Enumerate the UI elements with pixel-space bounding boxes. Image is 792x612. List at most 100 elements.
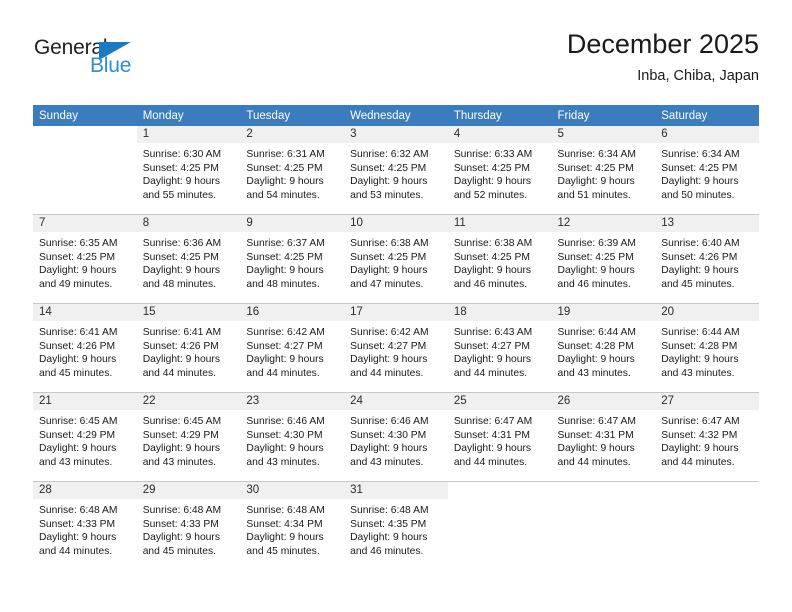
calendar-day-cell[interactable]: 27 Sunrise: 6:47 AM Sunset: 4:32 PM Dayligh…: [655, 392, 759, 482]
calendar-day-cell[interactable]: 9 Sunrise: 6:37 AM Sunset: 4:25 PM Daylight…: [240, 214, 345, 304]
calendar-day-cell[interactable]: 4 Sunrise: 6:33 AM Sunset: 4:25 PM Daylight…: [447, 126, 552, 215]
sunset-time: Sunset: 4:27 PM: [453, 340, 530, 352]
daylight-duration-line1: Daylight: 9 hours: [142, 532, 220, 544]
daylight-duration-line2: and 44 minutes.: [246, 367, 320, 379]
daylight-duration-line1: Daylight: 9 hours: [39, 443, 117, 455]
calendar-day-cell[interactable]: 14 Sunrise: 6:41 AM Sunset: 4:26 PM Dayligh…: [33, 303, 137, 393]
daylight-duration-line1: Daylight: 9 hours: [453, 354, 532, 366]
daylight-duration-line1: Daylight: 9 hours: [453, 176, 532, 188]
daylight-duration-line1: Daylight: 9 hours: [350, 443, 428, 455]
sunrise-time: Sunrise: 6:48 AM: [246, 505, 325, 516]
calendar-day-cell[interactable]: 20 Sunrise: 6:44 AM Sunset: 4:28 PM Dayligh…: [655, 303, 759, 393]
sunrise-time: Sunrise: 6:35 AM: [39, 238, 118, 249]
daylight-duration-line2: and 45 minutes.: [246, 545, 320, 557]
calendar-day-cell[interactable]: 28 Sunrise: 6:48 AM Sunset: 4:33 PM Dayligh…: [33, 481, 137, 570]
calendar-cell-inner: 15 Sunrise: 6:41 AM Sunset: 4:26 PM Dayligh…: [136, 304, 241, 392]
sunrise-time: Sunrise: 6:32 AM: [350, 149, 429, 160]
sunset-time: Sunset: 4:33 PM: [142, 518, 219, 530]
calendar-cell-empty: [655, 481, 759, 570]
calendar-week-row: 21 Sunrise: 6:45 AM Sunset: 4:29 PM Dayligh…: [33, 392, 759, 482]
calendar-day-cell[interactable]: 11 Sunrise: 6:38 AM Sunset: 4:25 PM Dayligh…: [447, 214, 552, 304]
logo-text-blue: Blue: [90, 54, 132, 77]
day-details: Sunrise: 6:44 AM Sunset: 4:28 PM Daylight:…: [552, 321, 656, 380]
calendar-cell-inner: 11 Sunrise: 6:38 AM Sunset: 4:25 PM Dayligh…: [447, 215, 552, 303]
daylight-duration-line2: and 44 minutes.: [453, 456, 528, 468]
calendar-day-cell[interactable]: 23 Sunrise: 6:46 AM Sunset: 4:30 PM Dayligh…: [240, 392, 345, 482]
calendar-day-cell[interactable]: 21 Sunrise: 6:45 AM Sunset: 4:29 PM Dayligh…: [33, 392, 137, 482]
calendar-day-cell[interactable]: 29 Sunrise: 6:48 AM Sunset: 4:33 PM Dayligh…: [136, 481, 241, 570]
calendar-cell-inner: 14 Sunrise: 6:41 AM Sunset: 4:26 PM Dayligh…: [33, 304, 137, 392]
sunset-time: Sunset: 4:31 PM: [453, 429, 530, 441]
calendar-day-cell[interactable]: 6 Sunrise: 6:34 AM Sunset: 4:25 PM Daylight…: [655, 126, 759, 215]
sunrise-time: Sunrise: 6:42 AM: [246, 327, 325, 338]
calendar-day-cell[interactable]: 10 Sunrise: 6:38 AM Sunset: 4:25 PM Dayligh…: [344, 214, 448, 304]
sunset-time: Sunset: 4:30 PM: [350, 429, 427, 441]
day-details: Sunrise: 6:46 AM Sunset: 4:30 PM Daylight:…: [344, 410, 448, 469]
day-number: 13: [655, 215, 759, 232]
day-details: Sunrise: 6:38 AM Sunset: 4:25 PM Daylight:…: [344, 232, 448, 291]
day-details: Sunrise: 6:34 AM Sunset: 4:25 PM Daylight:…: [552, 143, 656, 202]
sunset-time: Sunset: 4:25 PM: [350, 251, 427, 263]
calendar-day-cell[interactable]: 12 Sunrise: 6:39 AM Sunset: 4:25 PM Dayligh…: [551, 214, 656, 304]
calendar-cell-inner: 29 Sunrise: 6:48 AM Sunset: 4:33 PM Dayligh…: [136, 482, 241, 570]
calendar-day-cell[interactable]: 25 Sunrise: 6:47 AM Sunset: 4:31 PM Dayligh…: [447, 392, 552, 482]
sunrise-time: Sunrise: 6:45 AM: [142, 416, 222, 427]
calendar-day-cell[interactable]: 16 Sunrise: 6:42 AM Sunset: 4:27 PM Dayligh…: [240, 303, 345, 393]
day-number: 2: [240, 126, 345, 143]
daylight-duration-line2: and 44 minutes.: [350, 367, 424, 379]
calendar-day-cell[interactable]: 2 Sunrise: 6:31 AM Sunset: 4:25 PM Daylight…: [240, 126, 345, 215]
sunrise-time: Sunrise: 6:45 AM: [39, 416, 118, 427]
calendar-day-cell[interactable]: 26 Sunrise: 6:47 AM Sunset: 4:31 PM Dayligh…: [551, 392, 656, 482]
calendar-day-cell[interactable]: 31 Sunrise: 6:48 AM Sunset: 4:35 PM Dayligh…: [344, 481, 448, 570]
calendar-day-cell[interactable]: 22 Sunrise: 6:45 AM Sunset: 4:29 PM Dayligh…: [136, 392, 241, 482]
day-number: 12: [551, 215, 656, 232]
calendar-cell-inner: 25 Sunrise: 6:47 AM Sunset: 4:31 PM Dayligh…: [447, 393, 552, 481]
sunset-time: Sunset: 4:26 PM: [39, 340, 116, 352]
daylight-duration-line1: Daylight: 9 hours: [39, 532, 117, 544]
calendar-day-cell[interactable]: 7 Sunrise: 6:35 AM Sunset: 4:25 PM Daylight…: [33, 214, 137, 304]
calendar-cell-inner: 8 Sunrise: 6:36 AM Sunset: 4:25 PM Daylight…: [136, 215, 241, 303]
daylight-duration-line1: Daylight: 9 hours: [661, 176, 739, 188]
calendar-day-cell[interactable]: 18 Sunrise: 6:43 AM Sunset: 4:27 PM Dayligh…: [447, 303, 552, 393]
day-details: Sunrise: 6:42 AM Sunset: 4:27 PM Daylight:…: [344, 321, 448, 380]
calendar-day-cell[interactable]: 17 Sunrise: 6:42 AM Sunset: 4:27 PM Dayligh…: [344, 303, 448, 393]
day-details: Sunrise: 6:41 AM Sunset: 4:26 PM Daylight:…: [33, 321, 137, 380]
calendar-day-cell[interactable]: 19 Sunrise: 6:44 AM Sunset: 4:28 PM Dayligh…: [551, 303, 656, 393]
calendar-cell-inner: 4 Sunrise: 6:33 AM Sunset: 4:25 PM Daylight…: [447, 126, 552, 214]
day-details: Sunrise: 6:47 AM Sunset: 4:31 PM Daylight:…: [448, 410, 552, 469]
daylight-duration-line2: and 44 minutes.: [661, 456, 735, 468]
day-number: 17: [344, 304, 448, 321]
sunrise-time: Sunrise: 6:48 AM: [39, 505, 118, 516]
calendar-cell-inner: [448, 482, 552, 570]
day-number: 22: [136, 393, 241, 410]
calendar-day-cell[interactable]: 8 Sunrise: 6:36 AM Sunset: 4:25 PM Daylight…: [136, 214, 241, 304]
calendar-header-row: Sunday Monday Tuesday Wednesday Thursday…: [33, 105, 759, 126]
calendar-cell-inner: 6 Sunrise: 6:34 AM Sunset: 4:25 PM Daylight…: [655, 126, 759, 214]
calendar-day-cell[interactable]: 15 Sunrise: 6:41 AM Sunset: 4:26 PM Dayligh…: [136, 303, 241, 393]
calendar-cell-inner: 9 Sunrise: 6:37 AM Sunset: 4:25 PM Daylight…: [240, 215, 345, 303]
day-number: 6: [655, 126, 759, 143]
sunset-time: Sunset: 4:25 PM: [557, 162, 634, 174]
calendar-body: 1 Sunrise: 6:30 AM Sunset: 4:25 PM Daylight…: [33, 126, 759, 570]
calendar-day-cell[interactable]: 5 Sunrise: 6:34 AM Sunset: 4:25 PM Daylight…: [551, 126, 656, 215]
day-details: Sunrise: 6:32 AM Sunset: 4:25 PM Daylight:…: [344, 143, 448, 202]
calendar-day-cell[interactable]: 3 Sunrise: 6:32 AM Sunset: 4:25 PM Daylight…: [344, 126, 448, 215]
daylight-duration-line1: Daylight: 9 hours: [557, 443, 635, 455]
daylight-duration-line1: Daylight: 9 hours: [142, 354, 220, 366]
day-number: 20: [655, 304, 759, 321]
daylight-duration-line1: Daylight: 9 hours: [453, 443, 532, 455]
sunrise-time: Sunrise: 6:41 AM: [39, 327, 118, 338]
calendar-day-cell[interactable]: 13 Sunrise: 6:40 AM Sunset: 4:26 PM Dayligh…: [655, 214, 759, 304]
general-blue-logo[interactable]: General Blue: [33, 36, 253, 92]
calendar-day-cell[interactable]: 30 Sunrise: 6:48 AM Sunset: 4:34 PM Dayligh…: [240, 481, 345, 570]
calendar-cell-inner: 10 Sunrise: 6:38 AM Sunset: 4:25 PM Dayligh…: [344, 215, 448, 303]
calendar-cell-inner: 7 Sunrise: 6:35 AM Sunset: 4:25 PM Daylight…: [33, 215, 137, 303]
calendar-cell-empty: [447, 481, 552, 570]
daylight-duration-line2: and 48 minutes.: [142, 278, 216, 290]
calendar-cell-inner: [33, 126, 137, 214]
calendar-day-cell[interactable]: 24 Sunrise: 6:46 AM Sunset: 4:30 PM Dayligh…: [344, 392, 448, 482]
sunset-time: Sunset: 4:32 PM: [661, 429, 738, 441]
day-details: Sunrise: 6:43 AM Sunset: 4:27 PM Daylight:…: [448, 321, 552, 380]
calendar-day-cell[interactable]: 1 Sunrise: 6:30 AM Sunset: 4:25 PM Daylight…: [136, 126, 241, 215]
day-details: Sunrise: 6:47 AM Sunset: 4:31 PM Daylight:…: [552, 410, 656, 469]
